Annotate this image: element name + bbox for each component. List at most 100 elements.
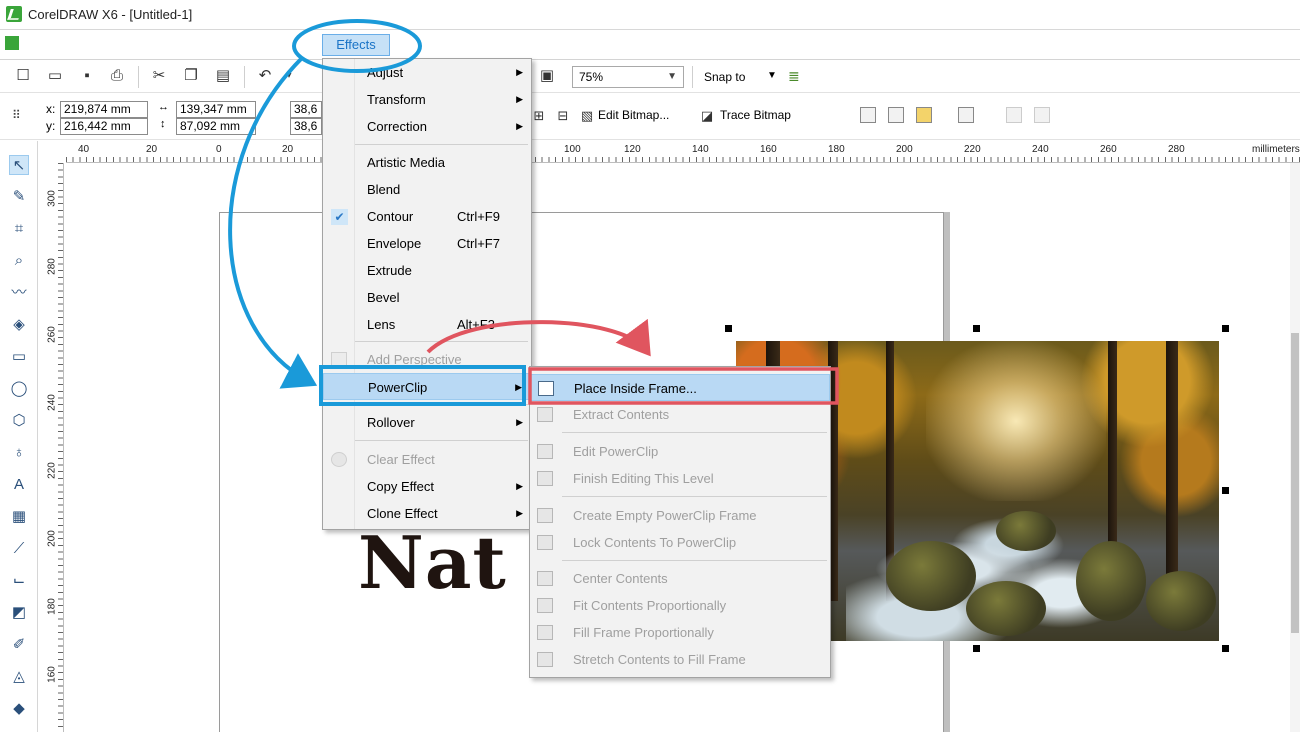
zoom-level-select[interactable]: 75% ▼: [572, 66, 684, 88]
selection-handle[interactable]: [725, 325, 732, 332]
checkmark-icon: ✔: [331, 209, 348, 225]
selection-handle[interactable]: [1222, 645, 1229, 652]
trace-bitmap-icon[interactable]: ◪: [698, 107, 716, 125]
menu-effects[interactable]: Effects: [322, 34, 390, 56]
bitmap-align-icon[interactable]: ⊞: [530, 107, 548, 125]
new-document-icon[interactable]: ☐: [14, 67, 32, 85]
menu-item-envelope[interactable]: Envelope Ctrl+F7: [323, 230, 531, 257]
pick-tool-icon[interactable]: ↖: [9, 155, 29, 175]
menu-item-contour[interactable]: ✔ Contour Ctrl+F9: [323, 203, 531, 230]
menu-item-copy-effect[interactable]: Copy Effect ▶: [323, 473, 531, 500]
print-icon[interactable]: ⎙: [108, 67, 126, 85]
artistic-text-object[interactable]: Nat: [358, 520, 507, 605]
fill-tool-icon[interactable]: ◆: [9, 699, 29, 719]
selection-handle[interactable]: [973, 325, 980, 332]
menu-item-extrude[interactable]: Extrude: [323, 257, 531, 284]
trace-bitmap-button[interactable]: Trace Bitmap: [720, 108, 791, 122]
paste-icon[interactable]: ▤: [214, 67, 232, 85]
polygon-tool-icon[interactable]: ⬡: [9, 411, 29, 431]
cut-icon[interactable]: ✂: [150, 67, 168, 85]
bitmap-color-mask-icon[interactable]: [916, 107, 932, 123]
edit-bitmap-button[interactable]: Edit Bitmap...: [598, 108, 669, 122]
menu-item-transform[interactable]: Transform ▶: [323, 86, 531, 113]
outline-pen-icon[interactable]: ◬: [9, 667, 29, 687]
title-bar: CorelDRAW X6 - [Untitled-1]: [0, 0, 1300, 30]
standard-toolbar: ☐ ▭ ▪ ⎙ ✂ ❐ ▤ ↶ ▾ ▣ 75% ▼ Snap to ▼ ≣: [0, 61, 1300, 93]
selection-handle[interactable]: [1222, 325, 1229, 332]
document-icon[interactable]: [5, 36, 19, 50]
smart-fill-icon[interactable]: ◈: [9, 315, 29, 335]
menu-item-blend[interactable]: Blend: [323, 176, 531, 203]
snap-dropdown-icon[interactable]: ▼: [767, 70, 777, 81]
ruler-label: 240: [1032, 144, 1049, 155]
resample-icon[interactable]: [888, 107, 904, 123]
submenu-arrow-icon: ▶: [516, 94, 523, 104]
x-position-field[interactable]: 219,874 mm: [60, 101, 148, 118]
ruler-label: 20: [282, 144, 294, 155]
ellipse-tool-icon[interactable]: ◯: [9, 379, 29, 399]
object-origin-icon[interactable]: ⠿: [12, 108, 30, 126]
height-icon: ↕: [160, 118, 166, 130]
scrollbar-thumb[interactable]: [1291, 333, 1299, 633]
ruler-label: 100: [564, 144, 581, 155]
connector-tool-icon[interactable]: ⌙: [9, 571, 29, 591]
ruler-label: 220: [964, 144, 981, 155]
menu-item-extract-contents: Extract Contents: [530, 401, 830, 428]
edit-bitmap-icon[interactable]: ▧: [578, 107, 596, 125]
eyedropper-tool-icon[interactable]: ✐: [9, 635, 29, 655]
property-bar: ⠿ x: 219,874 mm y: 216,442 mm ↔ 139,347 …: [0, 94, 1300, 140]
undo-icon[interactable]: ↶: [256, 67, 274, 85]
stretch-contents-icon: [537, 652, 553, 667]
menu-item-clone-effect[interactable]: Clone Effect ▶: [323, 500, 531, 527]
crop-bitmap-icon[interactable]: [860, 107, 876, 123]
submenu-arrow-icon: ▶: [516, 417, 523, 427]
shape-tool-icon[interactable]: ✎: [9, 187, 29, 207]
save-icon[interactable]: ▪: [78, 67, 96, 85]
menu-item-lens[interactable]: Lens Alt+F3: [323, 311, 531, 338]
ruler-label: 160: [46, 666, 58, 683]
vertical-scrollbar[interactable]: [1290, 163, 1300, 732]
bitmap-distribute-icon[interactable]: ⊟: [554, 107, 572, 125]
menu-item-correction[interactable]: Correction ▶: [323, 113, 531, 140]
menu-item-rollover[interactable]: Rollover ▶: [323, 409, 531, 436]
rectangle-tool-icon[interactable]: ▭: [9, 347, 29, 367]
text-tool-icon[interactable]: A: [9, 475, 29, 495]
basic-shapes-icon[interactable]: ♁: [9, 443, 29, 463]
dimension-tool-icon[interactable]: ⟋: [9, 539, 29, 559]
horizontal-ruler[interactable]: 40 20 0 20 100 120 140 160 180 200 220 2…: [66, 141, 1300, 163]
interactive-blend-icon[interactable]: ◩: [9, 603, 29, 623]
selection-handle[interactable]: [1222, 487, 1229, 494]
y-position-field[interactable]: 216,442 mm: [60, 118, 148, 135]
menu-item-adjust[interactable]: Adjust ▶: [323, 59, 531, 86]
menu-item-bevel[interactable]: Bevel: [323, 284, 531, 311]
ruler-label: 260: [46, 326, 58, 343]
vertical-ruler[interactable]: 300 280 260 240 220 200 180 160: [40, 163, 64, 732]
import-icon[interactable]: ▣: [538, 67, 556, 85]
ruler-label: 20: [146, 144, 158, 155]
undo-dropdown-icon[interactable]: ▾: [280, 67, 298, 85]
snap-to-button[interactable]: Snap to: [704, 70, 745, 84]
zoom-tool-icon[interactable]: ⌕: [9, 251, 29, 271]
height-field[interactable]: 87,092 mm: [176, 118, 256, 135]
disabled-tool-icon: [1006, 107, 1022, 123]
selection-handle[interactable]: [973, 645, 980, 652]
y-label: y:: [46, 119, 56, 133]
submenu-arrow-icon: ▶: [516, 121, 523, 131]
center-contents-icon: [537, 571, 553, 586]
menu-item-artistic-media[interactable]: Artistic Media: [323, 149, 531, 176]
wrap-text-icon[interactable]: [958, 107, 974, 123]
copy-icon[interactable]: ❐: [182, 67, 200, 85]
scale-y-field[interactable]: 38,6: [290, 118, 322, 135]
menu-item-place-inside-frame[interactable]: Place Inside Frame...: [530, 374, 830, 401]
freehand-tool-icon[interactable]: 〰: [9, 283, 29, 303]
scale-x-field[interactable]: 38,6: [290, 101, 322, 118]
width-field[interactable]: 139,347 mm: [176, 101, 256, 118]
snap-options-icon[interactable]: ≣: [788, 68, 800, 85]
menu-item-add-perspective: Add Perspective: [323, 346, 531, 373]
crop-tool-icon[interactable]: ⌗: [9, 219, 29, 239]
effects-menu: Adjust ▶ Transform ▶ Correction ▶ Artistic …: [322, 58, 532, 530]
ruler-label: 280: [46, 258, 58, 275]
open-icon[interactable]: ▭: [46, 67, 64, 85]
table-tool-icon[interactable]: ▦: [9, 507, 29, 527]
menu-item-powerclip[interactable]: PowerClip ▶: [323, 373, 531, 400]
